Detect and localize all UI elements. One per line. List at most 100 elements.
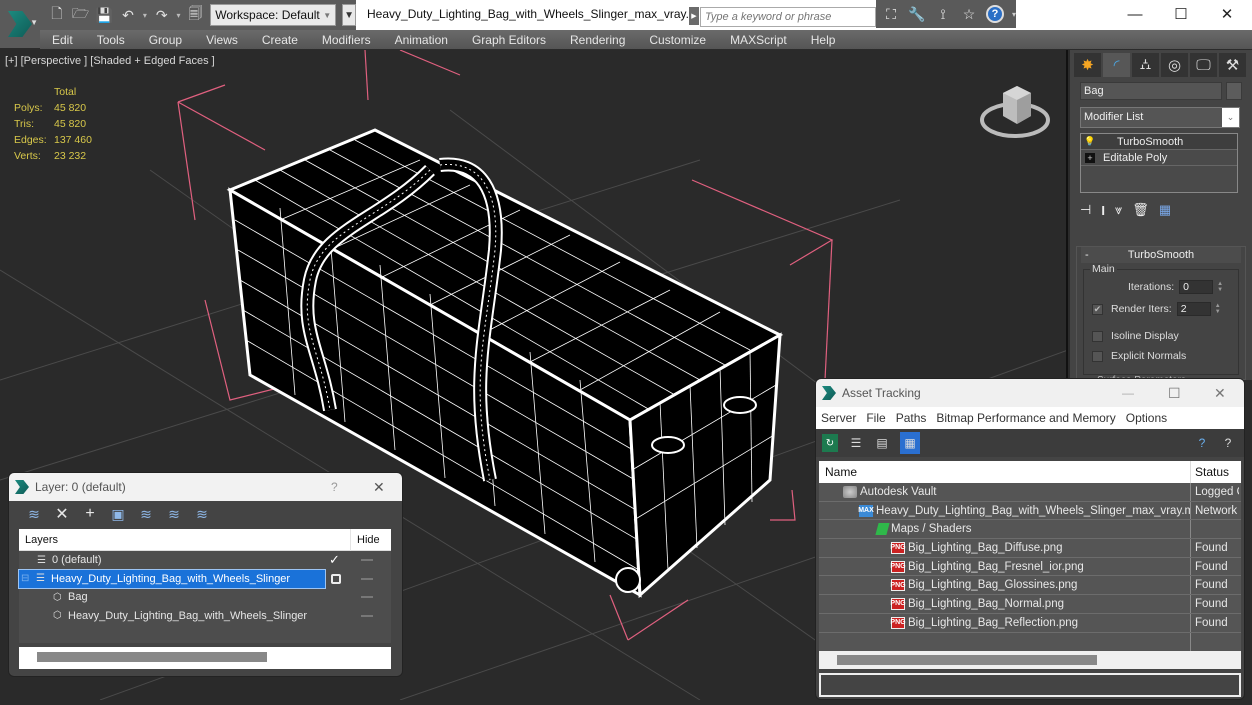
list-view-icon[interactable]: ☰ [848, 434, 864, 452]
project-folder-icon[interactable]: 🗐 [187, 5, 205, 24]
column-name[interactable]: Name [819, 461, 1191, 483]
binoculars-icon[interactable]: ⛶ [882, 6, 900, 23]
redo-dropdown-icon[interactable]: ▾ [177, 11, 181, 20]
menu-edit[interactable]: Edit [40, 33, 85, 47]
menu-tools[interactable]: Tools [85, 33, 137, 47]
star-icon[interactable]: ☆ [960, 6, 978, 23]
maximize-button[interactable]: ☐ [1168, 385, 1181, 402]
column-hide[interactable]: Hide [351, 534, 380, 546]
remove-modifier-icon[interactable]: 🗑 [1132, 202, 1149, 218]
rollout-header[interactable]: - TurboSmooth [1081, 247, 1241, 263]
collapse-icon[interactable]: ⊟ [21, 573, 33, 584]
table-view-icon[interactable]: ▦ [900, 432, 920, 454]
help-icon[interactable]: ? [1194, 434, 1210, 452]
configure-modifier-sets-icon[interactable]: ▦ [1159, 202, 1171, 218]
set-current-layer-icon[interactable]: ≋ [165, 505, 183, 523]
hierarchy-tab-icon[interactable]: ⛼ [1132, 53, 1159, 77]
asset-row[interactable]: PNG Big_Lighting_Bag_Reflection.png Found [819, 613, 1241, 633]
layer-row[interactable]: ☰ 0 (default) ✓ [19, 551, 391, 570]
close-button[interactable]: ✕ [1214, 385, 1226, 402]
asset-row[interactable]: PNG Big_Lighting_Bag_Glossines.png Found [819, 576, 1241, 596]
hide-toggle[interactable] [361, 614, 373, 617]
modify-tab-icon[interactable]: ◜ [1103, 53, 1130, 77]
column-status[interactable]: Status [1191, 465, 1229, 479]
close-button[interactable]: ✕ [373, 479, 385, 496]
menu-paths[interactable]: Paths [891, 411, 932, 425]
layer-window-titlebar[interactable]: Layer: 0 (default) ? ✕ [9, 473, 402, 501]
modifier-list-dropdown[interactable]: Modifier List ⌄ [1080, 107, 1240, 128]
menu-options[interactable]: Options [1121, 411, 1172, 425]
help-icon[interactable]: ? [986, 5, 1004, 23]
new-file-icon[interactable]: 🗋 [48, 5, 66, 24]
iterations-input[interactable]: 0 [1179, 280, 1214, 294]
object-row[interactable]: ⬡ Bag [19, 588, 391, 607]
menu-bitmap-performance[interactable]: Bitmap Performance and Memory [931, 411, 1120, 425]
menu-maxscript[interactable]: MAXScript [718, 33, 799, 47]
stack-item-turbosmooth[interactable]: 💡 TurboSmooth [1081, 134, 1237, 150]
set-active-layer-icon[interactable] [331, 573, 341, 584]
asset-row[interactable]: PNG Big_Lighting_Bag_Diffuse.png Found [819, 539, 1241, 558]
spinner-arrows-icon[interactable]: ▲ ▼ [1215, 303, 1223, 315]
minimize-button[interactable]: — [1112, 0, 1158, 28]
open-folder-icon[interactable]: 🗁 [72, 5, 90, 24]
help-dropdown-icon[interactable]: ▾ [1012, 10, 1016, 19]
menu-animation[interactable]: Animation [383, 33, 460, 47]
horizontal-scrollbar[interactable] [837, 655, 1097, 665]
hide-toggle[interactable] [361, 596, 373, 599]
asset-row[interactable]: MAX Heavy_Duty_Lighting_Bag_with_Wheels_S… [819, 501, 1241, 521]
key-icon[interactable]: 🔧 [908, 6, 926, 23]
workspace-menu-button[interactable]: ▼ [342, 4, 357, 26]
add-to-layer-icon[interactable]: + [81, 505, 99, 523]
new-layer-icon[interactable]: ≋ [25, 505, 43, 523]
vault-help-icon[interactable]: ? [1220, 434, 1236, 452]
render-iters-checkbox[interactable]: ✔ [1092, 303, 1103, 315]
motion-tab-icon[interactable]: ◎ [1161, 53, 1188, 77]
active-layer-check-icon[interactable]: ✓ [329, 552, 340, 568]
horizontal-scrollbar[interactable] [37, 652, 267, 662]
utilities-tab-icon[interactable]: ⚒ [1219, 53, 1246, 77]
column-layers[interactable]: Layers [19, 528, 351, 551]
show-end-result-icon[interactable]: I [1101, 203, 1105, 218]
spinner-arrows-icon[interactable]: ▲ ▼ [1217, 281, 1225, 293]
asset-row[interactable]: PNG Big_Lighting_Bag_Fresnel_ior.png Foun… [819, 557, 1241, 577]
hide-toggle[interactable] [361, 559, 373, 562]
object-name-input[interactable] [1080, 82, 1222, 100]
help-button[interactable]: ? [331, 480, 338, 494]
pin-stack-icon[interactable]: ⊣ [1080, 202, 1091, 218]
undo-icon[interactable]: ↶ [119, 6, 137, 24]
menu-graph-editors[interactable]: Graph Editors [460, 33, 558, 47]
workspace-dropdown[interactable]: Workspace: Default ▼ [210, 4, 337, 26]
menu-help[interactable]: Help [799, 33, 848, 47]
asset-row[interactable]: Autodesk Vault Logged O [819, 483, 1241, 502]
create-tab-icon[interactable]: ✸ [1074, 53, 1101, 77]
highlight-layer-icon[interactable]: ≋ [137, 505, 155, 523]
close-button[interactable]: ✕ [1204, 0, 1250, 28]
lightbulb-icon[interactable]: 💡 [1084, 136, 1095, 147]
make-unique-icon[interactable]: ⩔ [1115, 202, 1122, 218]
menu-modifiers[interactable]: Modifiers [310, 33, 383, 47]
menu-server[interactable]: Server [816, 411, 861, 425]
search-expand-icon[interactable]: ▶ [689, 7, 699, 25]
menu-create[interactable]: Create [250, 33, 310, 47]
object-color-swatch[interactable] [1226, 82, 1242, 100]
redo-icon[interactable]: ↷ [153, 6, 171, 24]
menu-customize[interactable]: Customize [637, 33, 718, 47]
layer-settings-icon[interactable]: ≋ [193, 505, 211, 523]
menu-rendering[interactable]: Rendering [558, 33, 637, 47]
tree-view-icon[interactable]: ▤ [874, 434, 890, 452]
viewport-label[interactable]: [+] [Perspective ] [Shaded + Edged Faces… [5, 55, 215, 67]
hide-toggle[interactable] [361, 577, 373, 580]
object-row[interactable]: ⬡ Heavy_Duty_Lighting_Bag_with_Wheels_Sl… [19, 607, 391, 626]
asset-row[interactable]: Maps / Shaders [819, 520, 1241, 540]
viewcube-icon[interactable] [975, 78, 1055, 143]
expand-icon[interactable]: + [1085, 152, 1095, 163]
display-tab-icon[interactable]: 🖵 [1190, 53, 1217, 77]
layer-row[interactable]: ⊟ ☰ Heavy_Duty_Lighting_Bag_with_Wheels_… [18, 568, 391, 589]
refresh-icon[interactable]: ↻ [822, 434, 838, 452]
delete-layer-icon[interactable]: ✕ [53, 505, 71, 523]
isoline-display-checkbox[interactable] [1092, 330, 1103, 342]
asset-window-titlebar[interactable]: Asset Tracking — ☐ ✕ [816, 379, 1244, 407]
undo-dropdown-icon[interactable]: ▾ [143, 11, 147, 20]
render-iters-input[interactable]: 2 [1176, 302, 1211, 316]
search-input[interactable] [700, 7, 876, 27]
